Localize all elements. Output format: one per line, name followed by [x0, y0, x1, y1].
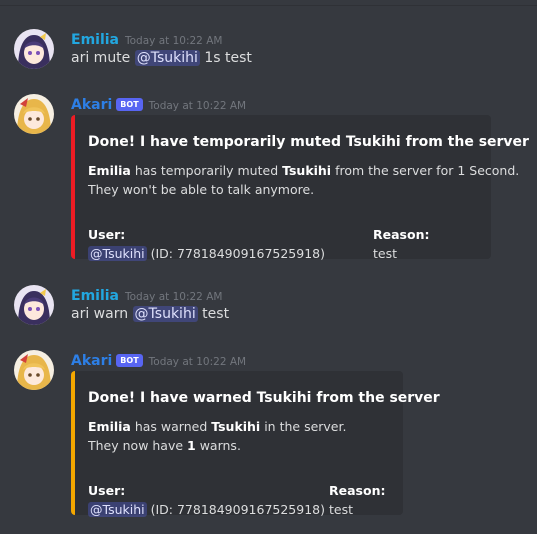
embed-title: Done! I have warned Tsukihi from the ser… [88, 390, 440, 406]
message-header: Emilia Today at 10:22 AM [71, 285, 222, 304]
field-reason-label: Reason: [373, 227, 430, 242]
top-divider [0, 5, 537, 6]
message-header: Emilia Today at 10:22 AM [71, 29, 222, 48]
user-id: (ID: 778184909167525918) [146, 502, 325, 517]
desc-text: in the server. [260, 419, 347, 434]
author-name[interactable]: Akari [71, 353, 112, 369]
message-emilia-1: Emilia Today at 10:22 AM ari mute @Tsukih… [0, 29, 537, 74]
message-content: ari warn @Tsukihi test [71, 306, 229, 322]
field-user-value: @Tsukihi (ID: 778184909167525918) [88, 502, 325, 517]
timestamp: Today at 10:22 AM [125, 35, 223, 47]
warn-count: 1 [187, 438, 196, 453]
target-name: Tsukihi [282, 163, 332, 178]
desc-text: has warned [130, 419, 212, 434]
message-text: ari warn [71, 306, 133, 322]
timestamp: Today at 10:22 AM [148, 100, 247, 112]
user-mention[interactable]: @Tsukihi [88, 246, 147, 261]
user-id: (ID: 778184909167525918) [146, 246, 325, 261]
message-text: ari mute [71, 50, 135, 66]
avatar[interactable] [14, 285, 54, 325]
bot-tag: BOT [116, 354, 143, 367]
user-mention[interactable]: @Tsukihi [132, 306, 198, 322]
embed-description: Emilia has temporarily muted Tsukihi fro… [88, 161, 519, 199]
message-emilia-2: Emilia Today at 10:22 AM ari warn @Tsukih… [0, 285, 537, 330]
author-name[interactable]: Emilia [71, 288, 119, 304]
embed-description-line-2: They now have 1 warns. [88, 436, 346, 455]
desc-text: from the server for 1 Second. [331, 163, 520, 178]
message-header: Akari BOT Today at 10:22 AM [71, 350, 246, 369]
embed: Done! I have temporarily muted Tsukihi f… [71, 115, 529, 261]
desc-text: warns. [195, 438, 241, 453]
embed-title: Done! I have temporarily muted Tsukihi f… [88, 134, 529, 150]
message-text: test [197, 306, 230, 322]
embed: Done! I have warned Tsukihi from the ser… [71, 371, 440, 517]
bot-tag: BOT [116, 98, 143, 111]
embed-description-line-2: They won't be able to talk anymore. [88, 182, 315, 197]
user-mention[interactable]: @Tsukihi [88, 502, 147, 517]
avatar[interactable] [14, 94, 54, 134]
message-akari-1: Akari BOT Today at 10:22 AM Done! I have t… [0, 94, 537, 261]
author-name[interactable]: Emilia [71, 32, 119, 48]
message-akari-2: Akari BOT Today at 10:22 AM Done! I have w… [0, 350, 537, 517]
author-name[interactable]: Akari [71, 97, 112, 113]
field-reason-value: test [329, 502, 354, 517]
avatar[interactable] [14, 350, 54, 390]
field-reason-value: test [373, 246, 398, 261]
desc-text: has temporarily muted [130, 163, 283, 178]
timestamp: Today at 10:22 AM [148, 356, 247, 368]
field-user-label: User: [88, 227, 126, 242]
target-name: Tsukihi [211, 419, 261, 434]
desc-text: They now have [88, 438, 188, 453]
field-user-value: @Tsukihi (ID: 778184909167525918) [88, 246, 325, 261]
message-header: Akari BOT Today at 10:22 AM [71, 94, 246, 113]
message-content: ari mute @Tsukihi 1s test [71, 50, 252, 66]
embed-description: Emilia has warned Tsukihi in the server.… [88, 417, 346, 455]
avatar[interactable] [14, 29, 54, 69]
message-text: 1s test [199, 50, 252, 66]
user-mention[interactable]: @Tsukihi [134, 50, 200, 66]
embed-description-line-1: Emilia has temporarily muted Tsukihi fro… [88, 161, 519, 180]
field-user-label: User: [88, 483, 126, 498]
timestamp: Today at 10:22 AM [125, 291, 223, 303]
actor-name: Emilia [88, 419, 131, 434]
actor-name: Emilia [88, 163, 131, 178]
embed-description-line-1: Emilia has warned Tsukihi in the server. [88, 417, 346, 436]
field-reason-label: Reason: [329, 483, 386, 498]
